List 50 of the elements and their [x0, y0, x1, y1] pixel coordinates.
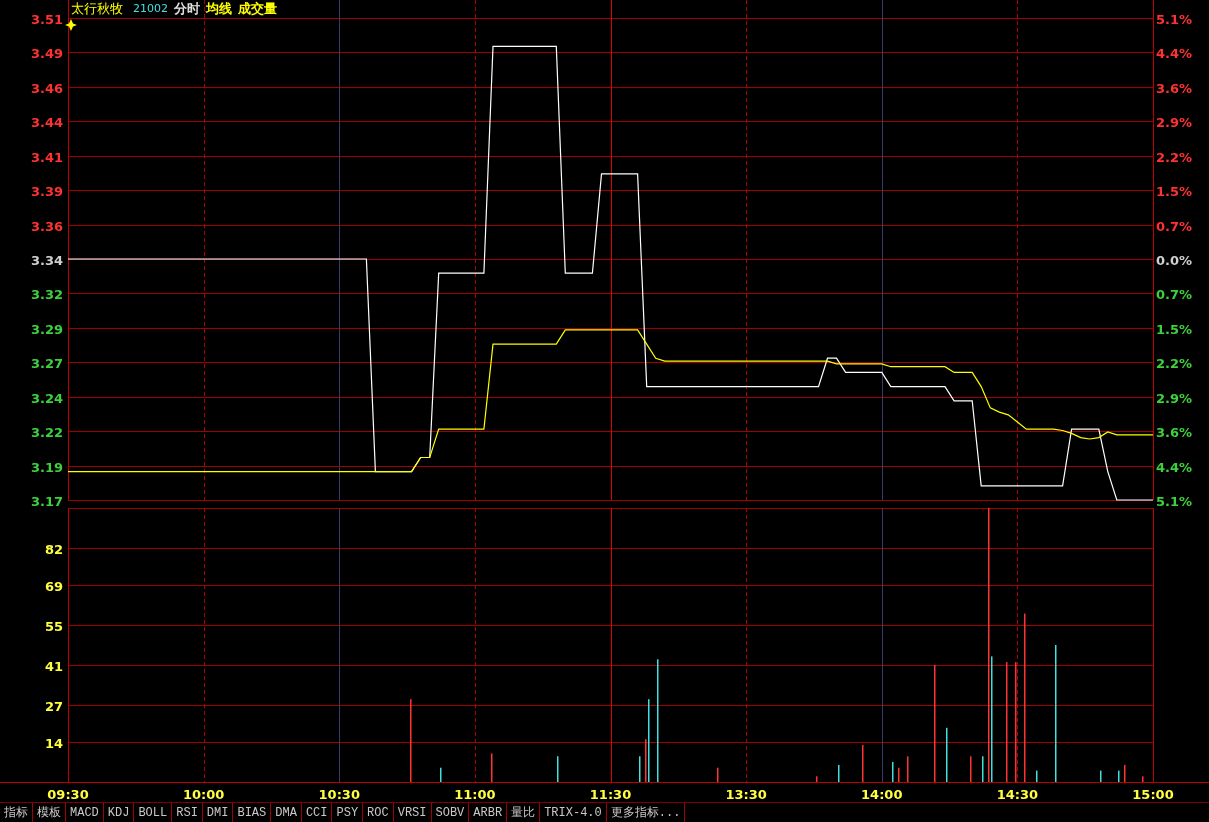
percent-axis-label: 3.6% — [1156, 80, 1193, 96]
indicator-label: 分时 — [174, 1, 200, 16]
percent-axis-label: 2.9% — [1156, 114, 1193, 130]
percent-axis-label: 3.6% — [1156, 424, 1193, 440]
time-axis-label: 14:30 — [996, 787, 1039, 802]
stock-code: 21002 — [133, 1, 168, 16]
percent-axis-label: 5.1% — [1156, 11, 1193, 27]
price-axis-label: 3.44 — [30, 114, 63, 130]
price-axis-label: 3.17 — [30, 493, 63, 508]
price-axis-label: 3.49 — [30, 45, 63, 61]
percent-axis-label: 0.0% — [1156, 252, 1193, 268]
price-axis-label: 3.29 — [30, 321, 63, 337]
percent-axis-label: 0.7% — [1156, 286, 1193, 302]
price-axis-label: 3.34 — [30, 252, 63, 268]
time-axis-label: 15:00 — [1132, 787, 1174, 802]
percent-axis-label: 1.5% — [1156, 183, 1193, 199]
time-axis-label: 11:00 — [454, 787, 496, 802]
price-axis-label: 3.22 — [30, 424, 63, 440]
percent-axis-label: 2.2% — [1156, 355, 1193, 371]
volume-axis-label: 14 — [44, 735, 63, 751]
price-axis-label: 3.39 — [30, 183, 63, 199]
price-axis-label: 3.51 — [30, 11, 63, 27]
time-axis-label: 10:00 — [182, 787, 225, 802]
volume-axis-label: 55 — [44, 618, 63, 634]
indicator-label: 均线 — [206, 1, 232, 16]
percent-axis-label: 2.9% — [1156, 390, 1193, 406]
percent-axis-label: 4.4% — [1156, 459, 1193, 475]
price-axis-label: 3.27 — [30, 355, 63, 371]
price-axis-label: 3.46 — [30, 80, 63, 96]
percent-axis-label: 0.7% — [1156, 218, 1193, 234]
time-axis-label: 13:30 — [725, 787, 767, 802]
price-axis-label: 3.36 — [30, 218, 63, 234]
time-axis-label: 10:30 — [318, 787, 360, 802]
volume-axis-label: 41 — [44, 658, 63, 674]
price-axis-label: 3.32 — [30, 286, 63, 302]
stock-name: 太行秋牧 — [71, 1, 123, 16]
price-axis-label: 3.24 — [30, 390, 63, 406]
volume-axis-label: 82 — [44, 541, 63, 557]
percent-axis-label: 1.5% — [1156, 321, 1193, 337]
price-axis-label: 3.41 — [30, 149, 63, 165]
time-axis-label: 11:30 — [589, 787, 632, 802]
time-axis-label: 09:30 — [47, 787, 89, 802]
percent-axis-label: 2.2% — [1156, 149, 1193, 165]
volume-axis-label: 69 — [44, 578, 63, 594]
percent-axis-label: 5.1% — [1156, 493, 1193, 508]
price-axis-label: 3.19 — [30, 459, 63, 475]
indicator-label: 成交量 — [238, 1, 277, 16]
time-axis-label: 14:00 — [861, 787, 903, 802]
percent-axis-label: 4.4% — [1156, 45, 1193, 61]
volume-axis-label: 27 — [44, 698, 63, 714]
